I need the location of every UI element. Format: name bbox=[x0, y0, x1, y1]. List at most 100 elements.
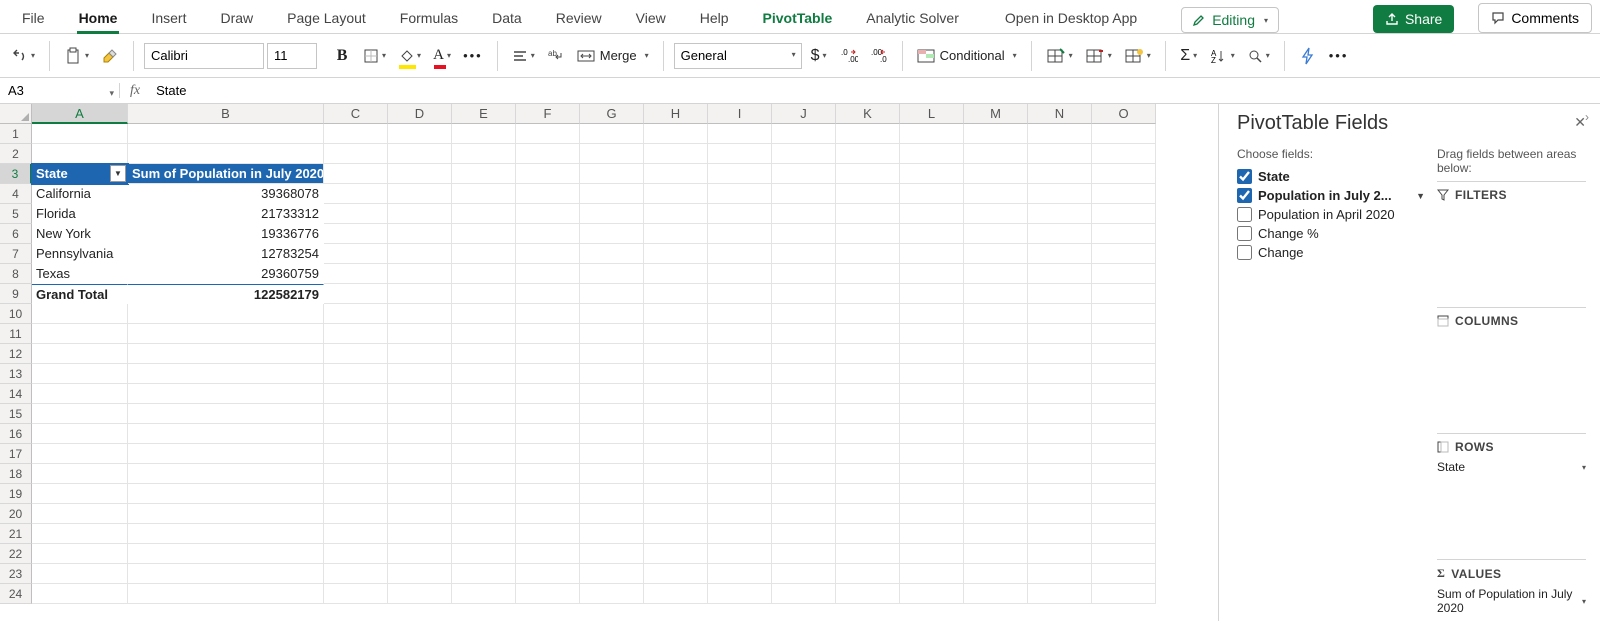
cell[interactable] bbox=[452, 164, 516, 184]
cell[interactable] bbox=[32, 304, 128, 324]
cell[interactable] bbox=[516, 244, 580, 264]
cell[interactable] bbox=[324, 244, 388, 264]
comments-button[interactable]: Comments bbox=[1478, 3, 1592, 33]
cell[interactable] bbox=[580, 124, 644, 144]
row-header[interactable]: 21 bbox=[0, 524, 32, 544]
cell[interactable] bbox=[964, 184, 1028, 204]
cell[interactable] bbox=[772, 304, 836, 324]
cell[interactable] bbox=[964, 524, 1028, 544]
cell[interactable] bbox=[32, 324, 128, 344]
cell[interactable] bbox=[708, 544, 772, 564]
cell[interactable] bbox=[1028, 264, 1092, 284]
cell[interactable] bbox=[1028, 304, 1092, 324]
cell[interactable] bbox=[388, 284, 452, 304]
col-header-B[interactable]: B bbox=[128, 104, 324, 124]
cell[interactable] bbox=[772, 464, 836, 484]
cell[interactable] bbox=[516, 364, 580, 384]
cell[interactable] bbox=[516, 124, 580, 144]
cell[interactable] bbox=[516, 144, 580, 164]
cell[interactable] bbox=[900, 544, 964, 564]
cell[interactable] bbox=[516, 464, 580, 484]
row-header[interactable]: 12 bbox=[0, 344, 32, 364]
cell[interactable]: Pennsylvania bbox=[32, 244, 128, 264]
cell[interactable] bbox=[32, 424, 128, 444]
cell[interactable] bbox=[772, 364, 836, 384]
cell[interactable]: 39368078 bbox=[128, 184, 324, 204]
cell[interactable] bbox=[1028, 164, 1092, 184]
cell[interactable] bbox=[580, 244, 644, 264]
name-box[interactable] bbox=[0, 83, 120, 98]
cell[interactable] bbox=[388, 164, 452, 184]
cell[interactable] bbox=[708, 424, 772, 444]
cell[interactable] bbox=[644, 144, 708, 164]
row-header[interactable]: 18 bbox=[0, 464, 32, 484]
cell[interactable] bbox=[708, 364, 772, 384]
cell[interactable] bbox=[836, 344, 900, 364]
cell[interactable] bbox=[388, 384, 452, 404]
cell[interactable] bbox=[900, 564, 964, 584]
cell[interactable] bbox=[324, 344, 388, 364]
cell[interactable] bbox=[708, 444, 772, 464]
cell[interactable] bbox=[964, 224, 1028, 244]
cell[interactable]: Texas bbox=[32, 264, 128, 284]
cell[interactable] bbox=[644, 464, 708, 484]
cell[interactable] bbox=[900, 464, 964, 484]
cell[interactable] bbox=[772, 444, 836, 464]
share-button[interactable]: Share bbox=[1373, 5, 1454, 33]
col-header-D[interactable]: D bbox=[388, 104, 452, 124]
conditional-format-button[interactable]: Conditional▾ bbox=[913, 41, 1021, 71]
cell[interactable] bbox=[772, 244, 836, 264]
cell[interactable] bbox=[1092, 304, 1156, 324]
cell[interactable] bbox=[1028, 204, 1092, 224]
cell[interactable]: 122582179 bbox=[128, 284, 324, 304]
cell[interactable] bbox=[1028, 464, 1092, 484]
cell[interactable] bbox=[1028, 564, 1092, 584]
cell[interactable] bbox=[580, 204, 644, 224]
cell[interactable] bbox=[900, 484, 964, 504]
cell[interactable] bbox=[708, 204, 772, 224]
cell[interactable] bbox=[644, 524, 708, 544]
cell[interactable] bbox=[1092, 144, 1156, 164]
col-header-J[interactable]: J bbox=[772, 104, 836, 124]
cell[interactable] bbox=[1092, 244, 1156, 264]
cell[interactable] bbox=[900, 204, 964, 224]
cell[interactable] bbox=[964, 464, 1028, 484]
col-header-H[interactable]: H bbox=[644, 104, 708, 124]
cell[interactable] bbox=[516, 304, 580, 324]
cell[interactable] bbox=[836, 464, 900, 484]
insert-cells-button[interactable]: ▾ bbox=[1042, 41, 1077, 71]
row-header[interactable]: 7 bbox=[0, 244, 32, 264]
cell[interactable] bbox=[836, 484, 900, 504]
cell[interactable] bbox=[388, 364, 452, 384]
cell[interactable] bbox=[644, 264, 708, 284]
cell[interactable] bbox=[964, 144, 1028, 164]
row-header[interactable]: 23 bbox=[0, 564, 32, 584]
cell[interactable] bbox=[1028, 384, 1092, 404]
cell[interactable] bbox=[644, 424, 708, 444]
cell[interactable] bbox=[580, 464, 644, 484]
cell[interactable] bbox=[644, 124, 708, 144]
cell[interactable] bbox=[772, 224, 836, 244]
cell[interactable] bbox=[388, 124, 452, 144]
row-header[interactable]: 24 bbox=[0, 584, 32, 604]
cell[interactable] bbox=[580, 564, 644, 584]
cell[interactable] bbox=[324, 184, 388, 204]
cell[interactable] bbox=[708, 144, 772, 164]
cell[interactable] bbox=[1092, 124, 1156, 144]
cell[interactable] bbox=[964, 204, 1028, 224]
spreadsheet-grid[interactable]: ABCDEFGHIJKLMNO 123State▼Sum of Populati… bbox=[0, 104, 1218, 621]
align-button[interactable]: ▾ bbox=[508, 41, 539, 71]
cell[interactable] bbox=[900, 284, 964, 304]
merge-button[interactable]: Merge▾ bbox=[573, 41, 653, 71]
cell[interactable] bbox=[708, 504, 772, 524]
cell[interactable] bbox=[708, 584, 772, 604]
cell[interactable] bbox=[644, 304, 708, 324]
cell[interactable] bbox=[708, 384, 772, 404]
cell[interactable] bbox=[32, 364, 128, 384]
cell[interactable] bbox=[1028, 284, 1092, 304]
row-header[interactable]: 8 bbox=[0, 264, 32, 284]
cell[interactable] bbox=[388, 324, 452, 344]
cell[interactable] bbox=[580, 504, 644, 524]
row-header[interactable]: 3 bbox=[0, 164, 32, 184]
cell[interactable] bbox=[836, 284, 900, 304]
